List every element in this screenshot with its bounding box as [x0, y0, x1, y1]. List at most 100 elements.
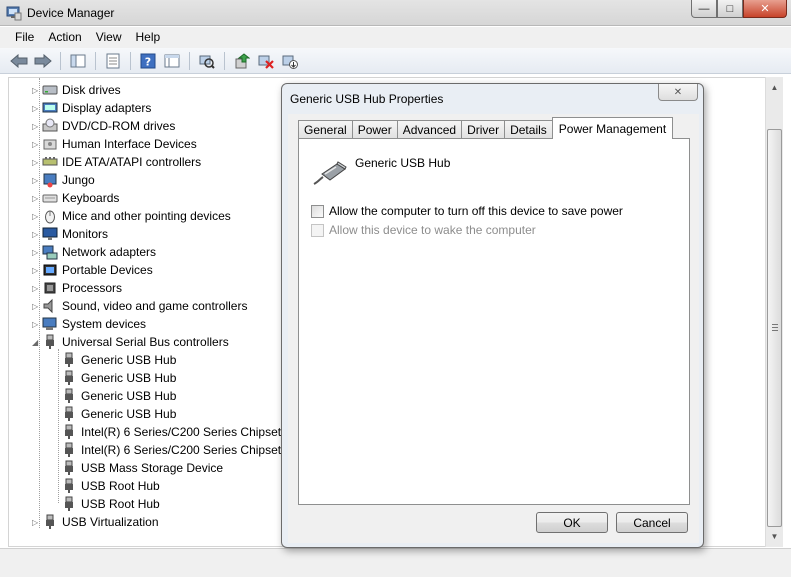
tree-category-ide-ata-atapi-controllers[interactable]: ▷ IDE ATA/ATAPI controllers: [32, 153, 201, 171]
tree-item-label: USB Virtualization: [62, 515, 159, 529]
menu-help[interactable]: Help: [129, 28, 168, 47]
minimize-button[interactable]: —: [691, 0, 717, 18]
tree-category-network-adapters[interactable]: ▷ Network adapters: [32, 243, 156, 261]
tree-item-label: Mice and other pointing devices: [62, 209, 231, 223]
expand-arrow-icon[interactable]: ▷: [32, 176, 41, 185]
dialog-body: General Power Advanced Driver Details Po…: [288, 114, 699, 543]
scroll-up-arrow[interactable]: ▲: [766, 79, 783, 96]
view-icon: [164, 54, 180, 67]
minimize-icon: —: [698, 2, 710, 15]
help-button[interactable]: ?: [137, 50, 159, 72]
tree-item-label: Display adapters: [62, 101, 152, 115]
expand-arrow-icon[interactable]: ▷: [32, 122, 41, 131]
help-icon: ?: [140, 53, 156, 68]
tree-category-portable-devices[interactable]: ▷ Portable Devices: [32, 261, 153, 279]
menu-view[interactable]: View: [89, 28, 129, 47]
tree-category-dvd-cd-rom-drives[interactable]: ▷ DVD/CD-ROM drives: [32, 117, 175, 135]
tree-category-mice-and-other-pointing-devices[interactable]: ▷ Mice and other pointing devices: [32, 207, 231, 225]
cancel-button[interactable]: Cancel: [616, 512, 688, 533]
expand-arrow-icon[interactable]: ▷: [32, 86, 41, 95]
tree-item-label: Sound, video and game controllers: [62, 299, 248, 313]
allow-wake-option: Allow this device to wake the computer: [311, 223, 536, 237]
toolbar-separator: [95, 51, 96, 70]
tree-category-processors[interactable]: ▷ Processors: [32, 279, 122, 297]
tree-guide-line: [58, 349, 59, 503]
view-button[interactable]: [161, 50, 183, 72]
expand-arrow-icon[interactable]: ▷: [32, 320, 41, 329]
tree-category-disk-drives[interactable]: ▷ Disk drives: [32, 81, 121, 99]
tab-details[interactable]: Details: [504, 120, 553, 139]
tab-driver[interactable]: Driver: [461, 120, 506, 139]
allow-turn-off-option[interactable]: Allow the computer to turn off this devi…: [311, 204, 623, 218]
expand-arrow-icon[interactable]: ▷: [32, 140, 41, 149]
menu-action[interactable]: Action: [41, 28, 88, 47]
properties-button[interactable]: [102, 50, 124, 72]
allow-turn-off-checkbox[interactable]: [311, 204, 324, 218]
tree-item-intel-r-6-series-c200-series-chipset-f[interactable]: Intel(R) 6 Series/C200 Series Chipset F: [61, 423, 292, 441]
forward-button[interactable]: [32, 50, 54, 72]
expand-arrow-icon[interactable]: ▷: [32, 212, 41, 221]
tree-category-jungo[interactable]: ▷ Jungo: [32, 171, 95, 189]
usb-icon: [61, 424, 77, 440]
close-button[interactable]: ✕: [743, 0, 787, 18]
expand-arrow-icon[interactable]: ▷: [32, 248, 41, 257]
tree-category-universal-serial-bus-controllers[interactable]: ◢ Universal Serial Bus controllers: [32, 333, 229, 351]
toolbar-separator: [130, 51, 131, 70]
tree-category-keyboards[interactable]: ▷ Keyboards: [32, 189, 119, 207]
tree-item-usb-root-hub[interactable]: USB Root Hub: [61, 477, 160, 495]
expand-arrow-icon[interactable]: ▷: [32, 266, 41, 275]
tree-category-system-devices[interactable]: ▷ System devices: [32, 315, 146, 333]
tree-item-intel-r-6-series-c200-series-chipset-f[interactable]: Intel(R) 6 Series/C200 Series Chipset F: [61, 441, 292, 459]
tree-item-generic-usb-hub[interactable]: Generic USB Hub: [61, 387, 176, 405]
tree-item-generic-usb-hub[interactable]: Generic USB Hub: [61, 351, 176, 369]
back-button[interactable]: [8, 50, 30, 72]
tree-category-monitors[interactable]: ▷ Monitors: [32, 225, 108, 243]
tree-item-label: Generic USB Hub: [81, 371, 177, 385]
scan-hardware-button[interactable]: [196, 50, 218, 72]
tab-advanced[interactable]: Advanced: [396, 120, 463, 139]
status-bar: [0, 548, 791, 577]
tree-item-usb-mass-storage-device[interactable]: USB Mass Storage Device: [61, 459, 223, 477]
expand-arrow-icon[interactable]: ▷: [32, 302, 41, 311]
hid-icon: [42, 136, 58, 152]
tree-category-human-interface-devices[interactable]: ▷ Human Interface Devices: [32, 135, 197, 153]
tab-general[interactable]: General: [298, 120, 353, 139]
ok-button[interactable]: OK: [536, 512, 608, 533]
tree-item-generic-usb-hub[interactable]: Generic USB Hub: [61, 405, 176, 423]
window-titlebar[interactable]: Device Manager — □ ✕: [0, 0, 791, 26]
ide-controller-icon: [42, 154, 58, 170]
tree-category-usb-virtualization[interactable]: ▷ USB Virtualization: [32, 513, 159, 531]
usb-icon: [61, 478, 77, 494]
tree-item-label: Intel(R) 6 Series/C200 Series Chipset F: [81, 425, 292, 439]
mouse-icon: [42, 208, 58, 224]
tree-vertical-scrollbar[interactable]: ▲ ▼: [765, 77, 783, 547]
tree-item-usb-root-hub[interactable]: USB Root Hub: [61, 495, 160, 513]
tab-power-management[interactable]: Power Management: [551, 117, 674, 139]
expand-arrow-icon[interactable]: ▷: [32, 158, 41, 167]
expand-arrow-icon[interactable]: ▷: [32, 194, 41, 203]
update-driver-button[interactable]: [231, 50, 253, 72]
expand-arrow-icon[interactable]: ▷: [32, 230, 41, 239]
expand-arrow-icon[interactable]: ▷: [32, 104, 41, 113]
show-hide-tree-button[interactable]: [67, 50, 89, 72]
scan-hardware-icon: [199, 55, 215, 69]
expand-arrow-icon[interactable]: ▷: [32, 518, 41, 527]
scroll-thumb[interactable]: [767, 129, 782, 527]
disk-drive-icon: [42, 82, 58, 98]
uninstall-button[interactable]: [255, 50, 277, 72]
keyboard-icon: [42, 190, 58, 206]
processor-icon: [42, 280, 58, 296]
tree-item-generic-usb-hub[interactable]: Generic USB Hub: [61, 369, 176, 387]
tree-category-sound-video-and-game-controllers[interactable]: ▷ Sound, video and game controllers: [32, 297, 248, 315]
collapse-arrow-icon[interactable]: ◢: [32, 338, 41, 347]
menu-file[interactable]: File: [8, 28, 41, 47]
maximize-button[interactable]: □: [717, 0, 743, 18]
disable-device-button[interactable]: [279, 50, 301, 72]
expand-arrow-icon[interactable]: ▷: [32, 284, 41, 293]
tree-category-display-adapters[interactable]: ▷ Display adapters: [32, 99, 152, 117]
scroll-down-arrow[interactable]: ▼: [766, 528, 783, 545]
tree-item-label: USB Mass Storage Device: [81, 461, 224, 475]
allow-turn-off-label[interactable]: Allow the computer to turn off this devi…: [329, 204, 623, 218]
dialog-close-button[interactable]: ✕: [658, 84, 698, 101]
tab-power[interactable]: Power: [351, 120, 398, 139]
